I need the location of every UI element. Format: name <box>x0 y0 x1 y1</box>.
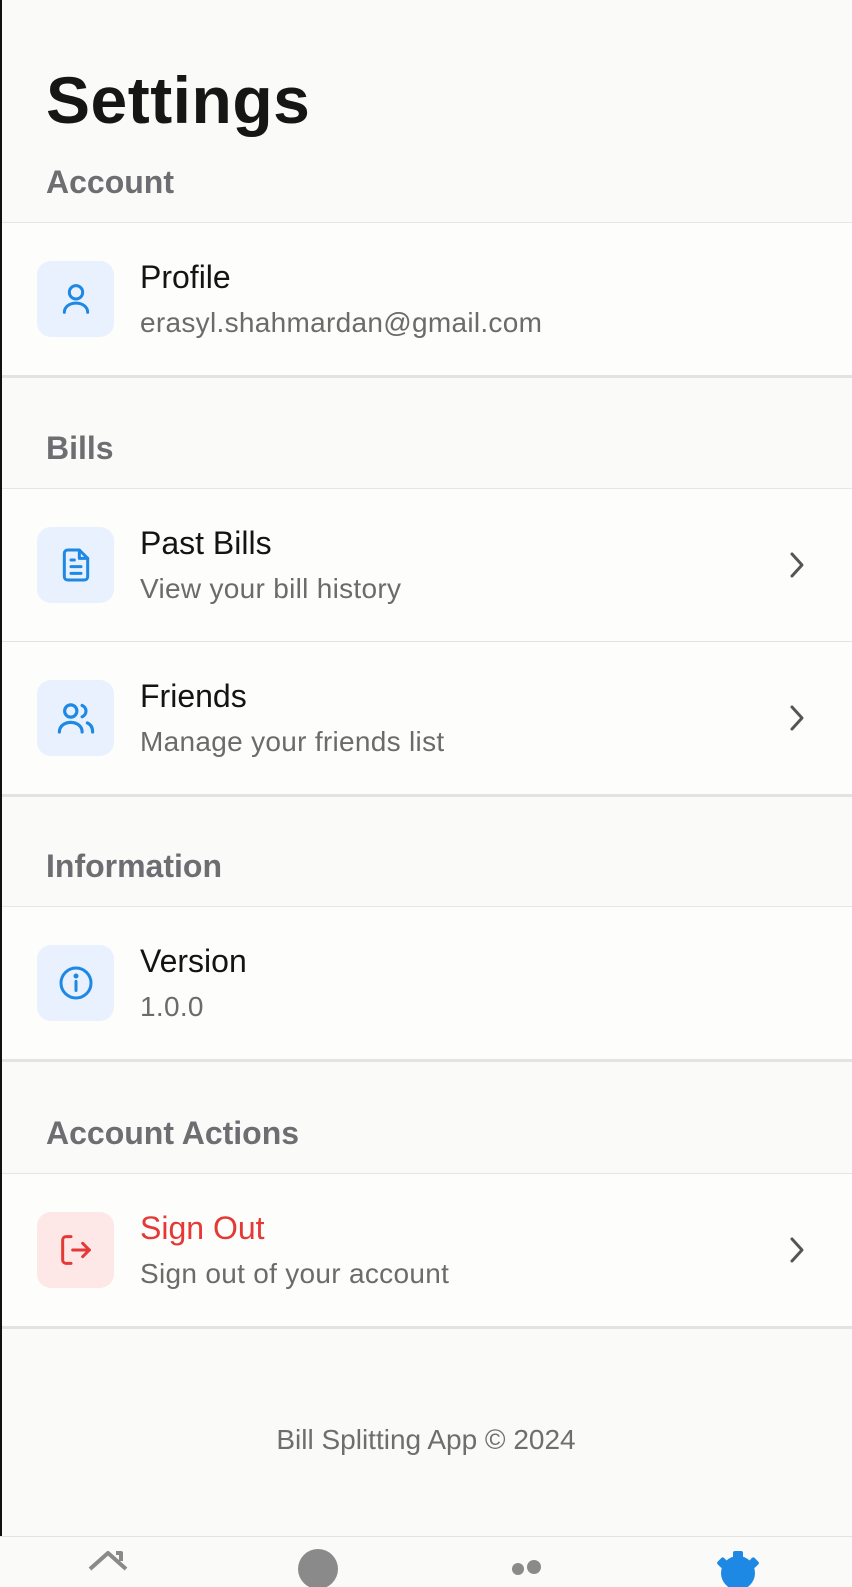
profile-title: Profile <box>140 259 231 295</box>
page-title: Settings <box>46 63 311 137</box>
information-group: Version 1.0.0 <box>2 906 852 1062</box>
tab-bar <box>0 1536 852 1587</box>
past-bills-title: Past Bills <box>140 525 272 561</box>
account-group: Profile erasyl.shahmardan@gmail.com <box>2 222 852 378</box>
home-icon[interactable] <box>86 1547 130 1587</box>
version-number: 1.0.0 <box>140 991 204 1022</box>
footer-copyright: Bill Splitting App © 2024 <box>276 1424 576 1455</box>
friends-subtitle: Manage your friends list <box>140 726 445 757</box>
version-row: Version 1.0.0 <box>2 907 852 1059</box>
friends-title: Friends <box>140 678 247 714</box>
sign-out-row[interactable]: Sign Out Sign out of your account <box>2 1174 852 1326</box>
account-actions-group: Sign Out Sign out of your account <box>2 1173 852 1329</box>
section-label-account: Account <box>46 164 174 200</box>
past-bills-row[interactable]: Past Bills View your bill history <box>2 489 852 642</box>
sign-out-title: Sign Out <box>140 1210 265 1246</box>
users-icon[interactable] <box>504 1547 548 1587</box>
section-label-information: Information <box>46 848 222 884</box>
circle-icon[interactable] <box>296 1547 340 1587</box>
gear-icon[interactable] <box>714 1547 762 1587</box>
document-icon <box>37 527 114 603</box>
logout-icon <box>37 1212 114 1288</box>
profile-email: erasyl.shahmardan@gmail.com <box>140 307 543 338</box>
section-label-account-actions: Account Actions <box>46 1115 300 1151</box>
chevron-right-icon <box>790 705 804 731</box>
section-label-bills: Bills <box>46 430 114 466</box>
chevron-right-icon <box>790 552 804 578</box>
version-title: Version <box>140 943 247 979</box>
info-icon <box>37 945 114 1021</box>
bills-group: Past Bills View your bill history Friend… <box>2 488 852 797</box>
past-bills-subtitle: View your bill history <box>140 573 402 604</box>
sign-out-subtitle: Sign out of your account <box>140 1258 450 1289</box>
chevron-right-icon <box>790 1237 804 1263</box>
user-icon <box>37 261 114 337</box>
friends-row[interactable]: Friends Manage your friends list <box>2 642 852 794</box>
profile-row[interactable]: Profile erasyl.shahmardan@gmail.com <box>2 223 852 375</box>
users-icon <box>37 680 114 756</box>
